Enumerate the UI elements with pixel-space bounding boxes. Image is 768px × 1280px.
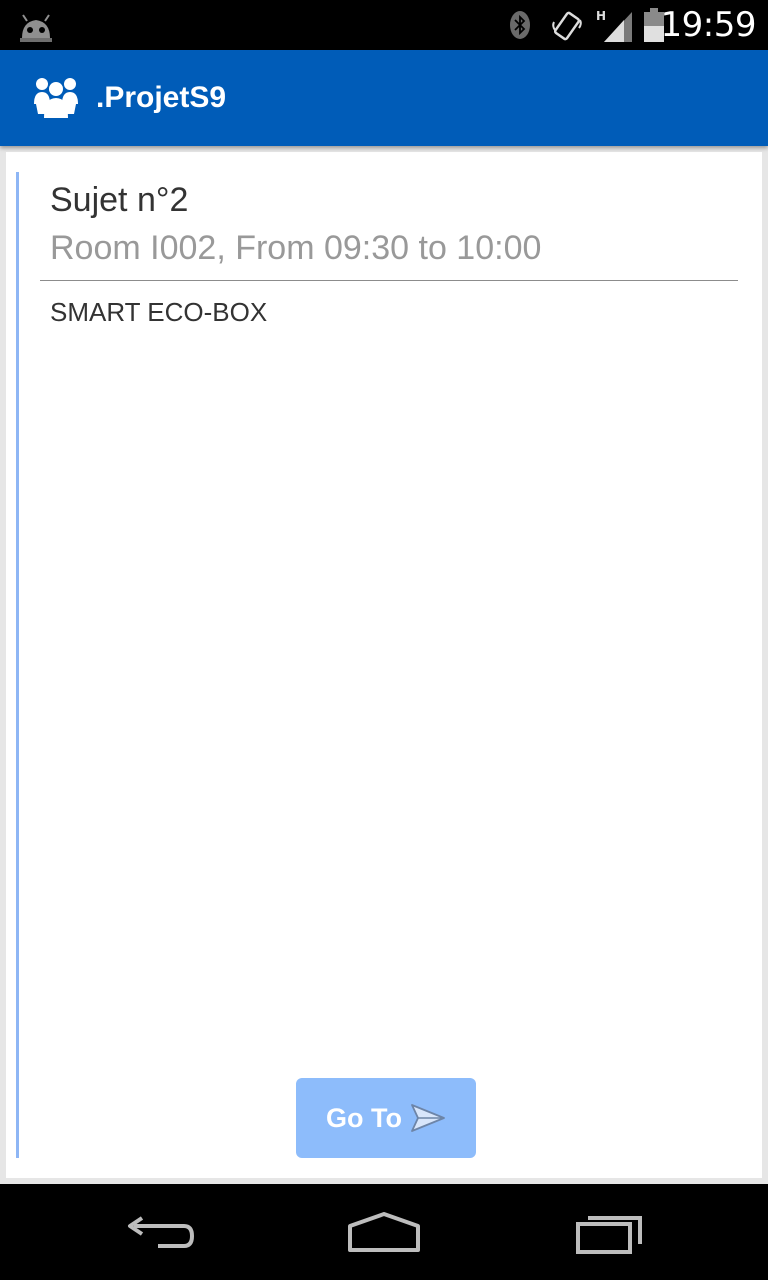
recents-icon[interactable] xyxy=(574,1210,646,1256)
vibrate-icon xyxy=(552,11,582,41)
people-group-icon[interactable] xyxy=(32,74,80,120)
home-icon[interactable] xyxy=(346,1210,422,1254)
subject-description: SMART ECO-BOX xyxy=(50,297,268,327)
android-debug-icon xyxy=(20,14,52,42)
app-title: .ProjetS9 xyxy=(96,81,227,114)
status-bar: H 19:59 xyxy=(0,0,768,50)
screen: H 19:59 .ProjetS9 Sujet n°2 Room I002, F… xyxy=(0,0,768,1280)
status-bar-clock: 19:59 xyxy=(660,5,757,45)
subject-room-time: Room I002, From 09:30 to 10:00 xyxy=(50,229,542,267)
go-to-button-label: Go To xyxy=(326,1102,402,1133)
send-icon xyxy=(411,1104,445,1132)
action-bar: .ProjetS9 xyxy=(0,50,768,146)
navigation-bar xyxy=(0,1184,768,1280)
subject-title: Sujet n°2 xyxy=(50,181,189,219)
signal-h-icon: H xyxy=(596,9,632,42)
card-accent-line xyxy=(16,172,19,1158)
subject-card: Sujet n°2 Room I002, From 09:30 to 10:00… xyxy=(6,152,762,1178)
svg-text:H: H xyxy=(596,9,606,23)
divider xyxy=(40,280,738,281)
back-icon[interactable] xyxy=(124,1212,196,1252)
go-to-button[interactable]: Go To xyxy=(296,1078,476,1158)
bluetooth-icon xyxy=(510,11,530,39)
